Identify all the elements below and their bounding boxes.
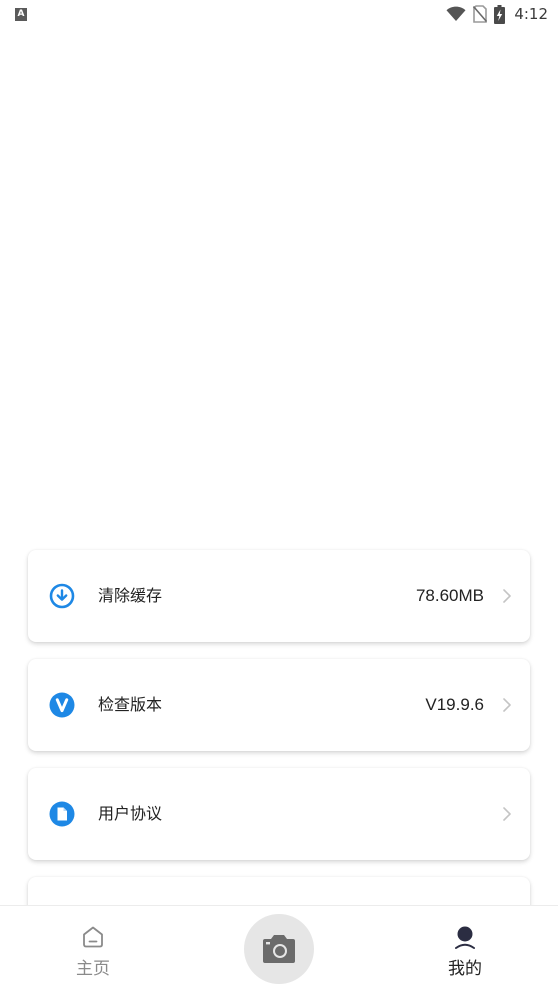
- home-icon: [83, 926, 103, 948]
- check-version-row[interactable]: 检查版本 V19.9.6: [28, 659, 530, 751]
- cache-size-value: 78.60MB: [415, 586, 484, 605]
- wifi-icon: [446, 6, 466, 21]
- nav-mine-label: 我的: [448, 959, 482, 979]
- download-circle-icon: [49, 583, 75, 609]
- check-version-label: 检查版本: [98, 695, 163, 714]
- camera-button[interactable]: [244, 914, 314, 984]
- status-indicator: A: [15, 8, 27, 21]
- bottom-nav: 主页 我的: [0, 905, 558, 992]
- chevron-right-icon: [503, 589, 511, 603]
- camera-icon: [263, 935, 295, 963]
- user-agreement-row[interactable]: 用户协议: [28, 768, 530, 860]
- no-sim-icon: [473, 5, 488, 23]
- nav-home-tab[interactable]: 主页: [33, 906, 153, 992]
- chevron-right-icon: [503, 807, 511, 821]
- document-icon: [49, 801, 75, 827]
- user-agreement-label: 用户协议: [98, 804, 163, 823]
- status-icons: 4:12: [446, 3, 548, 25]
- status-bar: A 4:12: [0, 0, 558, 30]
- version-value: V19.9.6: [425, 695, 484, 714]
- status-time: 4:12: [514, 5, 548, 23]
- clear-cache-label: 清除缓存: [98, 586, 163, 605]
- clear-cache-row[interactable]: 清除缓存 78.60MB: [28, 550, 530, 642]
- nav-mine-tab[interactable]: 我的: [405, 906, 525, 992]
- nav-home-label: 主页: [76, 959, 110, 979]
- chevron-right-icon: [503, 698, 511, 712]
- battery-charging-icon: [494, 4, 506, 24]
- user-icon: [455, 926, 475, 949]
- version-v-icon: [49, 692, 75, 718]
- profile-screen: A 4:12 清除缓存 78.60MB 检查版本 V19.9.6 用户协议 主页…: [0, 0, 558, 992]
